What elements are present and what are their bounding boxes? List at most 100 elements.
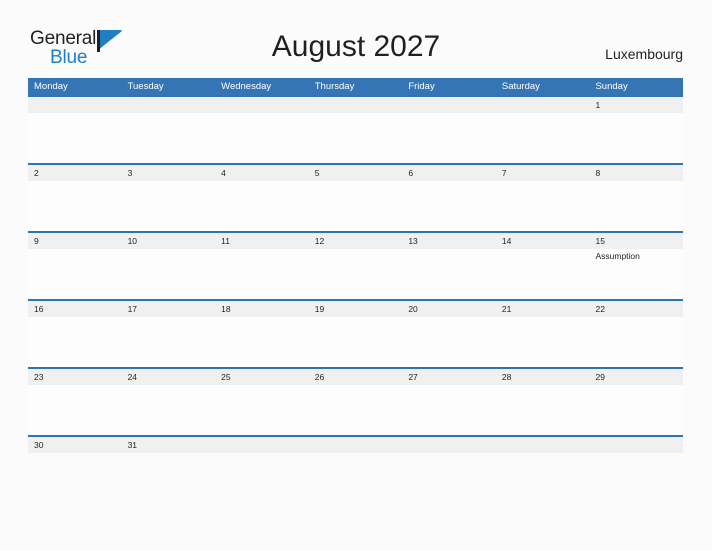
- day-number[interactable]: [215, 437, 309, 453]
- day-cell[interactable]: [402, 249, 496, 299]
- day-number[interactable]: 27: [402, 369, 496, 385]
- calendar-week-row: 1: [28, 95, 683, 163]
- day-cell[interactable]: [215, 317, 309, 367]
- weekday-header-friday: Friday: [408, 81, 435, 92]
- day-number[interactable]: [215, 97, 309, 113]
- day-number[interactable]: [589, 437, 683, 453]
- day-event-assumption: Assumption: [595, 251, 640, 261]
- day-number[interactable]: [122, 97, 216, 113]
- day-cell[interactable]: [589, 181, 683, 231]
- day-cell[interactable]: [589, 385, 683, 435]
- day-number[interactable]: 11: [215, 233, 309, 249]
- day-number[interactable]: 26: [309, 369, 403, 385]
- day-number[interactable]: 23: [28, 369, 122, 385]
- day-cell[interactable]: [215, 249, 309, 299]
- week-event-strip: [28, 317, 683, 367]
- day-cell[interactable]: [215, 181, 309, 231]
- day-cell[interactable]: [309, 249, 403, 299]
- day-number[interactable]: 1: [589, 97, 683, 113]
- day-number[interactable]: 20: [402, 301, 496, 317]
- day-number[interactable]: 30: [28, 437, 122, 453]
- weekday-header-thursday: Thursday: [314, 81, 355, 92]
- calendar-week-row: 9 10 11 12 13 14 15 Assumption: [28, 231, 683, 299]
- day-cell[interactable]: [496, 113, 590, 163]
- day-cell[interactable]: [496, 317, 590, 367]
- day-cell[interactable]: [496, 249, 590, 299]
- day-cell[interactable]: [122, 181, 216, 231]
- day-cell[interactable]: [28, 385, 122, 435]
- day-cell[interactable]: [402, 113, 496, 163]
- day-cell[interactable]: [309, 113, 403, 163]
- day-number[interactable]: [496, 97, 590, 113]
- day-cell[interactable]: [122, 317, 216, 367]
- day-number[interactable]: 31: [122, 437, 216, 453]
- week-date-strip: 16 17 18 19 20 21 22: [28, 301, 683, 317]
- week-date-strip: 9 10 11 12 13 14 15: [28, 233, 683, 249]
- week-date-strip: 23 24 25 26 27 28 29: [28, 369, 683, 385]
- day-number[interactable]: 9: [28, 233, 122, 249]
- day-cell[interactable]: [122, 113, 216, 163]
- day-number[interactable]: 12: [309, 233, 403, 249]
- calendar-page: General Blue August 2027 Luxembourg Mond…: [0, 0, 712, 550]
- day-cell[interactable]: [28, 181, 122, 231]
- day-cell[interactable]: [589, 113, 683, 163]
- day-cell[interactable]: Assumption: [589, 249, 683, 299]
- day-cell[interactable]: [309, 317, 403, 367]
- day-number[interactable]: [309, 437, 403, 453]
- day-cell[interactable]: [402, 385, 496, 435]
- calendar-grid: Monday Tuesday Wednesday Thursday Friday…: [28, 78, 683, 453]
- day-cell[interactable]: [496, 181, 590, 231]
- day-number[interactable]: [28, 97, 122, 113]
- week-event-strip: [28, 113, 683, 163]
- day-number[interactable]: 22: [589, 301, 683, 317]
- week-date-strip: 2 3 4 5 6 7 8: [28, 165, 683, 181]
- day-number[interactable]: 8: [589, 165, 683, 181]
- day-number[interactable]: 19: [309, 301, 403, 317]
- day-cell[interactable]: [122, 385, 216, 435]
- day-number[interactable]: 29: [589, 369, 683, 385]
- day-cell[interactable]: [28, 113, 122, 163]
- day-number[interactable]: 21: [496, 301, 590, 317]
- week-event-strip: [28, 181, 683, 231]
- day-number[interactable]: 10: [122, 233, 216, 249]
- day-number[interactable]: 5: [309, 165, 403, 181]
- day-number[interactable]: 15: [589, 233, 683, 249]
- day-cell[interactable]: [28, 317, 122, 367]
- day-number[interactable]: 7: [496, 165, 590, 181]
- day-cell[interactable]: [215, 385, 309, 435]
- weekday-header-sunday: Sunday: [595, 81, 628, 92]
- day-number[interactable]: 28: [496, 369, 590, 385]
- day-number[interactable]: 18: [215, 301, 309, 317]
- day-number[interactable]: 24: [122, 369, 216, 385]
- week-event-strip: [28, 385, 683, 435]
- day-cell[interactable]: [122, 249, 216, 299]
- day-number[interactable]: [309, 97, 403, 113]
- day-cell[interactable]: [28, 249, 122, 299]
- day-cell[interactable]: [309, 181, 403, 231]
- day-number[interactable]: [402, 97, 496, 113]
- weekday-header-wednesday: Wednesday: [221, 81, 272, 92]
- page-header: General Blue August 2027 Luxembourg: [0, 0, 712, 78]
- week-date-strip: 30 31: [28, 437, 683, 453]
- day-number[interactable]: 14: [496, 233, 590, 249]
- day-number[interactable]: 13: [402, 233, 496, 249]
- day-cell[interactable]: [496, 385, 590, 435]
- day-number[interactable]: [496, 437, 590, 453]
- day-number[interactable]: 25: [215, 369, 309, 385]
- day-number[interactable]: 2: [28, 165, 122, 181]
- calendar-week-row: 2 3 4 5 6 7 8: [28, 163, 683, 231]
- calendar-week-row: 30 31: [28, 435, 683, 453]
- day-number[interactable]: 3: [122, 165, 216, 181]
- day-cell[interactable]: [215, 113, 309, 163]
- day-number[interactable]: [402, 437, 496, 453]
- week-date-strip: 1: [28, 97, 683, 113]
- day-cell[interactable]: [402, 317, 496, 367]
- day-number[interactable]: 16: [28, 301, 122, 317]
- day-number[interactable]: 4: [215, 165, 309, 181]
- day-cell[interactable]: [402, 181, 496, 231]
- day-cell[interactable]: [589, 317, 683, 367]
- day-number[interactable]: 6: [402, 165, 496, 181]
- day-cell[interactable]: [309, 385, 403, 435]
- day-number[interactable]: 17: [122, 301, 216, 317]
- weekday-header-monday: Monday: [34, 81, 68, 92]
